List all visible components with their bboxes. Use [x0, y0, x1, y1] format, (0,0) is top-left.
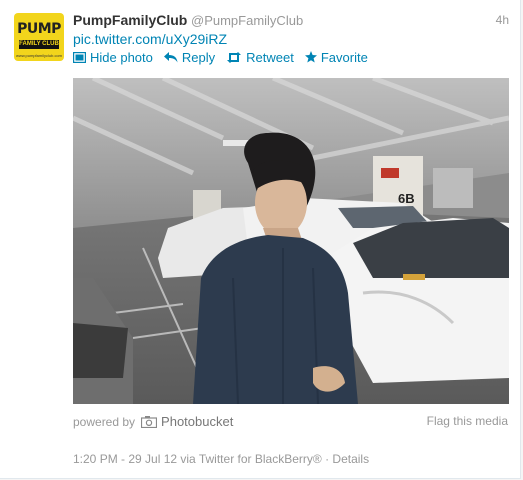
retweet-button[interactable]: Retweet	[226, 50, 294, 65]
tweet-footer: 1:20 PM - 29 Jul 12 via Twitter for Blac…	[73, 452, 369, 466]
powered-by-label: powered by	[73, 414, 136, 429]
camera-icon	[141, 415, 158, 428]
retweet-label: Retweet	[246, 49, 294, 65]
details-link[interactable]: Details	[332, 452, 369, 466]
reply-label: Reply	[181, 49, 216, 65]
hide-photo-button[interactable]: Hide photo	[73, 50, 153, 65]
tweet-timestamp[interactable]: 1:20 PM - 29 Jul 12 via Twitter for Blac…	[73, 452, 322, 466]
powered-by: powered by Photobucket	[73, 414, 233, 429]
hide-photo-label: Hide photo	[90, 49, 153, 65]
flag-media-link[interactable]: Flag this media	[427, 414, 508, 428]
display-name[interactable]: PumpFamilyClub	[73, 12, 187, 28]
tweet-link[interactable]: pic.twitter.com/uXy29iRZ	[73, 31, 227, 47]
photobucket-link[interactable]: Photobucket	[161, 414, 233, 429]
user-handle[interactable]: @PumpFamilyClub	[191, 13, 303, 28]
reply-icon	[163, 51, 178, 62]
tweet-actions: Hide photo Reply Retweet Favorite	[73, 49, 379, 65]
parking-garage-photo: 6B	[73, 78, 509, 404]
reply-button[interactable]: Reply	[163, 49, 216, 65]
tweet-time[interactable]: 4h	[496, 13, 509, 27]
avatar-logo-url: www.pumpfamilyclub.com	[15, 53, 62, 58]
star-icon	[304, 51, 317, 63]
favorite-label: Favorite	[320, 49, 368, 65]
photo-icon	[73, 51, 86, 63]
avatar-logo-text: PUMP	[17, 21, 61, 37]
footer-separator: ·	[325, 452, 330, 466]
favorite-button[interactable]: Favorite	[304, 49, 368, 65]
tweet-card: PUMP FAMILY CLUB www.pumpfamilyclub.com …	[0, 0, 521, 479]
avatar-logo-sub: FAMILY CLUB	[19, 40, 59, 49]
retweet-icon	[227, 51, 242, 63]
avatar[interactable]: PUMP FAMILY CLUB www.pumpfamilyclub.com	[14, 13, 64, 61]
tweet-photo[interactable]: 6B	[73, 78, 509, 404]
